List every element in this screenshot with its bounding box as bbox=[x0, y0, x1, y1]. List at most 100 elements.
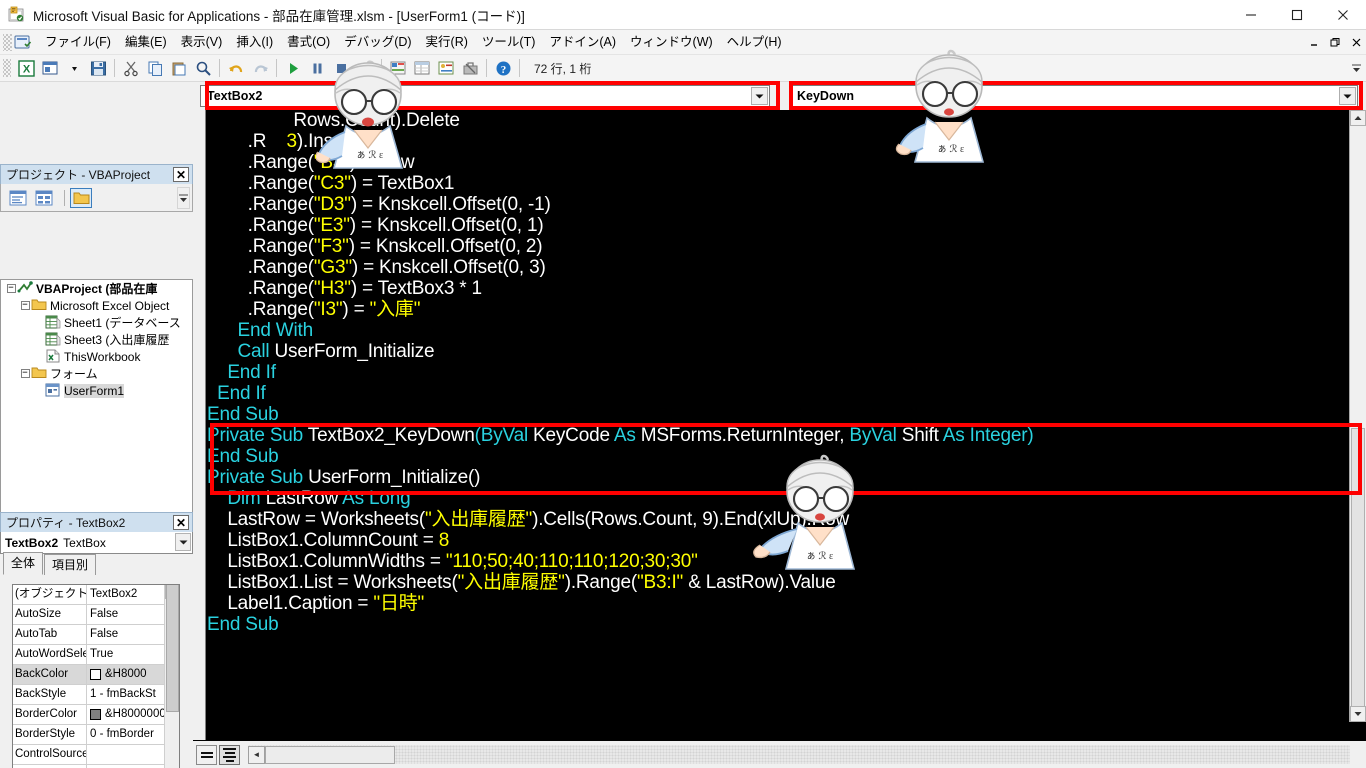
code-token: ByVal bbox=[849, 425, 897, 446]
code-editor-area[interactable]: Rows.Count).Delete .R 3).Insert .Range("… bbox=[193, 110, 1366, 740]
chevron-down-icon[interactable] bbox=[175, 533, 191, 551]
insert-dropdown-icon[interactable] bbox=[63, 57, 85, 79]
property-row[interactable]: BackStyle 1 - fmBackSt bbox=[13, 684, 179, 705]
help-icon[interactable]: ? bbox=[492, 57, 514, 79]
code-token: Private Sub bbox=[207, 467, 304, 488]
save-icon[interactable] bbox=[87, 57, 109, 79]
property-name: AutoTab bbox=[13, 624, 87, 645]
document-menu-icon[interactable] bbox=[13, 33, 32, 52]
property-row[interactable]: (オブジェクト名)TextBox2 bbox=[13, 585, 179, 605]
code-hscroll-left-button[interactable]: ◄ bbox=[248, 745, 265, 764]
toggle-folders-icon[interactable] bbox=[70, 187, 92, 208]
tab-alphabetic[interactable]: 全体 bbox=[3, 552, 44, 575]
code-source-text[interactable]: Rows.Count).Delete .R 3).Insert .Range("… bbox=[207, 110, 1034, 635]
code-scroll-down-button[interactable] bbox=[1350, 706, 1366, 722]
project-panel-toolbar bbox=[0, 184, 193, 212]
code-token: "H3" bbox=[313, 278, 351, 299]
code-scroll-thumb[interactable] bbox=[1351, 428, 1365, 718]
view-code-icon[interactable] bbox=[7, 188, 29, 208]
property-row[interactable]: AutoWordSelec True bbox=[13, 644, 179, 665]
menu-addins[interactable]: アドイン(A) bbox=[542, 32, 623, 52]
maximize-button[interactable] bbox=[1274, 0, 1320, 30]
properties-object-combobox[interactable]: TextBox2 TextBox bbox=[0, 532, 193, 554]
code-line: ListBox1.ColumnCount = 8 bbox=[207, 530, 1034, 551]
undo-icon[interactable] bbox=[225, 57, 247, 79]
run-icon[interactable] bbox=[282, 57, 304, 79]
chevron-down-icon[interactable] bbox=[1339, 87, 1356, 105]
menu-tools[interactable]: ツール(T) bbox=[475, 32, 542, 52]
code-token: ) = TextBox3 * 1 bbox=[350, 278, 482, 299]
project-toolbar-overflow-icon[interactable] bbox=[177, 187, 190, 209]
properties-panel-close-button[interactable]: ✕ bbox=[173, 515, 189, 530]
property-row[interactable]: AutoTab False bbox=[13, 624, 179, 645]
code-token: "D3" bbox=[313, 194, 351, 215]
color-swatch bbox=[90, 669, 101, 680]
menu-edit[interactable]: 編集(E) bbox=[118, 32, 174, 52]
redo-icon[interactable] bbox=[249, 57, 271, 79]
menu-format[interactable]: 書式(O) bbox=[280, 32, 337, 52]
properties-scroll-thumb[interactable] bbox=[165, 585, 179, 712]
object-dropdown[interactable]: TextBox2 bbox=[200, 85, 770, 107]
folder-icon bbox=[31, 298, 47, 313]
menu-insert[interactable]: 挿入(I) bbox=[229, 32, 280, 52]
tab-categorized[interactable]: 項目別 bbox=[44, 554, 97, 575]
properties-grid-vscrollbar[interactable]: ▲ ▼ bbox=[164, 585, 179, 768]
tree-item-sheet3[interactable]: Sheet3 (入出庫履歴 bbox=[1, 331, 192, 348]
property-row[interactable]: BorderColor &H8000000 bbox=[13, 704, 179, 725]
toolbar-grip-handle[interactable] bbox=[3, 59, 11, 77]
property-row[interactable]: ControlSource bbox=[13, 744, 179, 765]
code-token: (ByVal bbox=[474, 425, 529, 446]
cut-icon[interactable] bbox=[120, 57, 142, 79]
code-vscrollbar[interactable] bbox=[1349, 110, 1366, 722]
paste-icon[interactable] bbox=[168, 57, 190, 79]
tree-item-sheet1[interactable]: Sheet1 (データベース bbox=[1, 314, 192, 331]
toolbar-overflow-icon[interactable] bbox=[1350, 59, 1362, 77]
property-row[interactable]: BorderStyle 0 - fmBorder bbox=[13, 724, 179, 745]
menu-debug[interactable]: デバッグ(D) bbox=[337, 32, 418, 52]
tree-item-vbaproject[interactable]: − VBAProject (部品在庫 bbox=[1, 280, 192, 297]
mdi-restore-button[interactable] bbox=[1327, 34, 1343, 50]
toolbox-icon[interactable] bbox=[459, 57, 481, 79]
code-token: End If bbox=[227, 362, 276, 383]
chevron-down-icon[interactable] bbox=[751, 87, 768, 105]
insert-userform-icon[interactable] bbox=[39, 57, 61, 79]
tree-item-userform1[interactable]: UserForm1 bbox=[1, 382, 192, 399]
copy-icon[interactable] bbox=[144, 57, 166, 79]
menu-file[interactable]: ファイル(F) bbox=[38, 32, 118, 52]
tree-expander[interactable]: − bbox=[19, 297, 31, 314]
tree-item-forms-folder[interactable]: − フォーム bbox=[1, 365, 192, 382]
view-object-icon[interactable] bbox=[33, 188, 55, 208]
toolbar-separator-2 bbox=[219, 59, 220, 77]
minimize-button[interactable] bbox=[1228, 0, 1274, 30]
mdi-close-button[interactable] bbox=[1348, 34, 1364, 50]
tree-expander[interactable]: − bbox=[5, 280, 17, 297]
code-hscroll-thumb[interactable] bbox=[265, 745, 395, 764]
menu-window[interactable]: ウィンドウ(W) bbox=[623, 32, 720, 52]
object-browser-icon[interactable] bbox=[435, 57, 457, 79]
project-panel-close-button[interactable]: ✕ bbox=[173, 167, 189, 182]
menu-run[interactable]: 実行(R) bbox=[419, 32, 475, 52]
property-row[interactable]: BackColor &H8000 bbox=[13, 664, 179, 685]
procedure-view-icon[interactable] bbox=[196, 744, 217, 765]
menu-grip-handle[interactable] bbox=[3, 33, 12, 51]
tree-expander[interactable]: − bbox=[19, 365, 31, 382]
code-hscrollbar[interactable]: ◄ bbox=[248, 745, 1350, 764]
find-icon[interactable] bbox=[192, 57, 214, 79]
procedure-dropdown[interactable]: KeyDown bbox=[790, 85, 1358, 107]
full-module-view-icon[interactable] bbox=[219, 744, 240, 765]
property-name: ControlTipText bbox=[13, 764, 87, 768]
property-row[interactable]: AutoSize False bbox=[13, 604, 179, 625]
project-explorer-panel: プロジェクト - VBAProject ✕ − VBAProject (部品在庫… bbox=[0, 164, 193, 587]
close-button[interactable] bbox=[1320, 0, 1366, 30]
excel-view-icon[interactable]: X bbox=[15, 57, 37, 79]
tree-item-excel-objects[interactable]: − Microsoft Excel Object bbox=[1, 297, 192, 314]
code-scroll-up-button[interactable] bbox=[1350, 110, 1366, 126]
properties-grid[interactable]: (オブジェクト名)TextBox2AutoSizeFalseAutoTabFal… bbox=[12, 584, 180, 768]
tree-item-thisworkbook[interactable]: ThisWorkbook bbox=[1, 348, 192, 365]
menu-view[interactable]: 表示(V) bbox=[174, 32, 230, 52]
menu-help[interactable]: ヘルプ(H) bbox=[720, 32, 789, 52]
mdi-minimize-button[interactable] bbox=[1306, 34, 1322, 50]
